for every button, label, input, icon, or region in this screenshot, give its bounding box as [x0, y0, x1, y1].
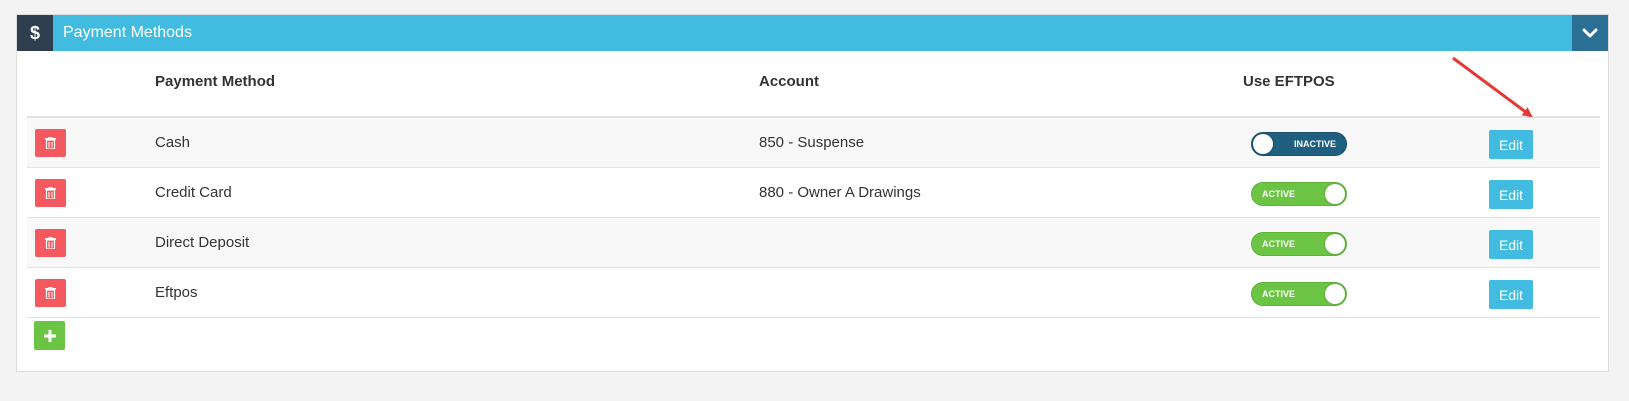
toggle-label: INACTIVE — [1293, 139, 1336, 149]
delete-button[interactable] — [35, 229, 66, 257]
payment-method-name: Cash — [155, 134, 191, 151]
delete-button[interactable] — [35, 279, 66, 307]
collapse-panel-button[interactable] — [1572, 15, 1608, 51]
toggle-knob — [1325, 234, 1345, 254]
column-use-eftpos: Use EFTPOS — [1243, 73, 1335, 90]
panel-title: Payment Methods — [63, 24, 192, 41]
toggle-label: ACTIVE — [1262, 239, 1296, 249]
table-row: Cash 850 - Suspense INACTIVE Edit — [27, 118, 1600, 168]
payment-method-name: Eftpos — [155, 284, 198, 301]
payment-methods-panel: $ Payment Methods Payment Method Account… — [16, 14, 1609, 372]
trash-icon — [45, 237, 56, 249]
eftpos-toggle[interactable]: ACTIVE — [1251, 282, 1347, 306]
column-payment-method: Payment Method — [155, 73, 276, 90]
trash-icon — [45, 287, 56, 299]
eftpos-toggle[interactable]: ACTIVE — [1251, 182, 1347, 206]
chevron-down-icon — [1582, 28, 1598, 38]
plus-icon — [43, 329, 56, 342]
edit-button[interactable]: Edit — [1489, 180, 1533, 209]
toggle-label: ACTIVE — [1262, 189, 1296, 199]
account-value: 850 - Suspense — [759, 134, 865, 151]
dollar-icon: $ — [17, 15, 53, 51]
toggle-knob — [1253, 134, 1273, 154]
add-payment-method-button[interactable] — [34, 321, 65, 350]
table-row: Credit Card 880 - Owner A Drawings ACTIV… — [27, 168, 1600, 218]
column-account: Account — [759, 73, 819, 90]
eftpos-toggle[interactable]: INACTIVE — [1251, 132, 1347, 156]
payment-method-name: Credit Card — [155, 184, 232, 201]
trash-icon — [45, 137, 56, 149]
payment-method-name: Direct Deposit — [155, 234, 250, 251]
table-header: Payment Method Account Use EFTPOS — [27, 65, 1600, 118]
payment-methods-table: Payment Method Account Use EFTPOS Cash 8… — [27, 65, 1600, 318]
toggle-knob — [1325, 184, 1345, 204]
edit-button[interactable]: Edit — [1489, 280, 1533, 309]
account-value: 880 - Owner A Drawings — [759, 184, 921, 201]
edit-button[interactable]: Edit — [1489, 230, 1533, 259]
eftpos-toggle[interactable]: ACTIVE — [1251, 232, 1347, 256]
delete-button[interactable] — [35, 179, 66, 207]
toggle-label: ACTIVE — [1262, 289, 1296, 299]
table-row: Direct Deposit ACTIVE Edit — [27, 218, 1600, 268]
panel-header: $ Payment Methods — [17, 15, 1608, 51]
table-row: Eftpos ACTIVE Edit — [27, 268, 1600, 318]
edit-button[interactable]: Edit — [1489, 130, 1533, 159]
trash-icon — [45, 187, 56, 199]
toggle-knob — [1325, 284, 1345, 304]
delete-button[interactable] — [35, 129, 66, 157]
